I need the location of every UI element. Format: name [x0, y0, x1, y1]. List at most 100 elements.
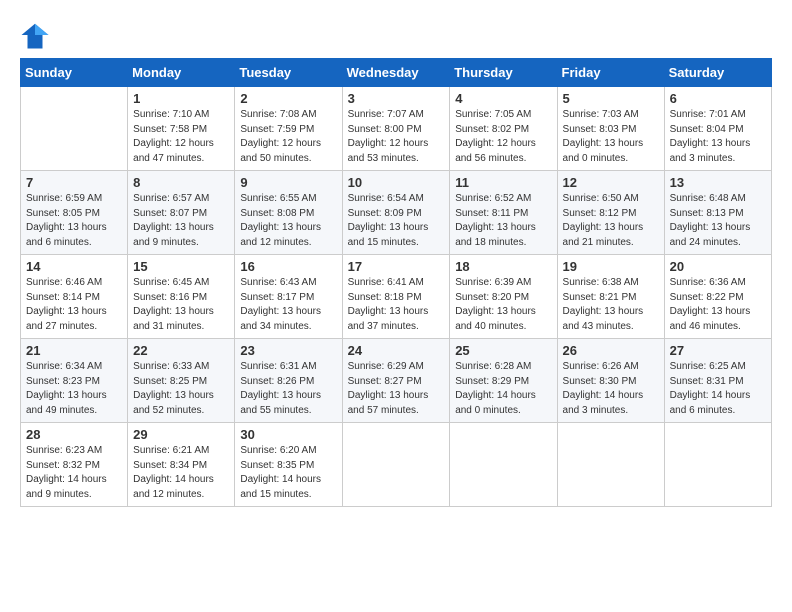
day-number: 8 — [133, 175, 229, 190]
day-info: Sunrise: 6:31 AM Sunset: 8:26 PM Dayligh… — [240, 360, 336, 418]
day-cell: 8 Sunrise: 6:57 AM Sunset: 8:07 PM Daylig… — [128, 171, 235, 255]
day-cell — [664, 423, 771, 507]
logo — [20, 20, 54, 50]
day-cell: 6 Sunrise: 7:01 AM Sunset: 8:04 PM Daylig… — [664, 87, 771, 171]
day-number: 9 — [240, 175, 336, 190]
day-cell: 14 Sunrise: 6:46 AM Sunset: 8:14 PM Dayli… — [21, 255, 128, 339]
day-cell: 11 Sunrise: 6:52 AM Sunset: 8:11 PM Dayli… — [450, 171, 557, 255]
day-number: 3 — [348, 91, 445, 106]
day-number: 25 — [455, 343, 551, 358]
day-number: 10 — [348, 175, 445, 190]
day-number: 23 — [240, 343, 336, 358]
day-info: Sunrise: 6:29 AM Sunset: 8:27 PM Dayligh… — [348, 360, 445, 418]
day-info: Sunrise: 7:03 AM Sunset: 8:03 PM Dayligh… — [563, 108, 659, 166]
header-row: SundayMondayTuesdayWednesdayThursdayFrid… — [21, 59, 772, 87]
day-info: Sunrise: 6:48 AM Sunset: 8:13 PM Dayligh… — [670, 192, 766, 250]
day-info: Sunrise: 6:59 AM Sunset: 8:05 PM Dayligh… — [26, 192, 122, 250]
day-cell: 4Sunrise: 7:05 AM Sunset: 8:02 PM Daylig… — [450, 87, 557, 171]
day-info: Sunrise: 6:34 AM Sunset: 8:23 PM Dayligh… — [26, 360, 122, 418]
day-cell: 28 Sunrise: 6:23 AM Sunset: 8:32 PM Dayli… — [21, 423, 128, 507]
week-row-1: 1 Sunrise: 7:10 AM Sunset: 7:58 PM Daylig… — [21, 87, 772, 171]
day-cell: 5 Sunrise: 7:03 AM Sunset: 8:03 PM Daylig… — [557, 87, 664, 171]
col-header-wednesday: Wednesday — [342, 59, 450, 87]
day-number: 20 — [670, 259, 766, 274]
day-number: 12 — [563, 175, 659, 190]
day-cell: 30 Sunrise: 6:20 AM Sunset: 8:35 PM Dayli… — [235, 423, 342, 507]
day-info: Sunrise: 6:39 AM Sunset: 8:20 PM Dayligh… — [455, 276, 551, 334]
day-number: 2 — [240, 91, 336, 106]
day-info: Sunrise: 6:21 AM Sunset: 8:34 PM Dayligh… — [133, 444, 229, 502]
day-info: Sunrise: 6:25 AM Sunset: 8:31 PM Dayligh… — [670, 360, 766, 418]
day-number: 30 — [240, 427, 336, 442]
day-number: 28 — [26, 427, 122, 442]
day-cell: 25 Sunrise: 6:28 AM Sunset: 8:29 PM Dayli… — [450, 339, 557, 423]
day-number: 18 — [455, 259, 551, 274]
day-number: 26 — [563, 343, 659, 358]
day-info: Sunrise: 6:46 AM Sunset: 8:14 PM Dayligh… — [26, 276, 122, 334]
day-info: Sunrise: 7:10 AM Sunset: 7:58 PM Dayligh… — [133, 108, 229, 166]
day-info: Sunrise: 6:23 AM Sunset: 8:32 PM Dayligh… — [26, 444, 122, 502]
col-header-friday: Friday — [557, 59, 664, 87]
day-info: Sunrise: 6:38 AM Sunset: 8:21 PM Dayligh… — [563, 276, 659, 334]
day-number: 22 — [133, 343, 229, 358]
day-number: 27 — [670, 343, 766, 358]
day-info: Sunrise: 6:52 AM Sunset: 8:11 PM Dayligh… — [455, 192, 551, 250]
day-cell: 19 Sunrise: 6:38 AM Sunset: 8:21 PM Dayli… — [557, 255, 664, 339]
logo-icon — [20, 20, 50, 50]
day-cell: 15 Sunrise: 6:45 AM Sunset: 8:16 PM Dayli… — [128, 255, 235, 339]
day-cell: 22 Sunrise: 6:33 AM Sunset: 8:25 PM Dayli… — [128, 339, 235, 423]
calendar: SundayMondayTuesdayWednesdayThursdayFrid… — [20, 58, 772, 507]
day-cell: 16Sunrise: 6:43 AM Sunset: 8:17 PM Dayli… — [235, 255, 342, 339]
day-info: Sunrise: 6:55 AM Sunset: 8:08 PM Dayligh… — [240, 192, 336, 250]
day-info: Sunrise: 7:07 AM Sunset: 8:00 PM Dayligh… — [348, 108, 445, 166]
day-cell: 26Sunrise: 6:26 AM Sunset: 8:30 PM Dayli… — [557, 339, 664, 423]
day-number: 6 — [670, 91, 766, 106]
day-cell: 24 Sunrise: 6:29 AM Sunset: 8:27 PM Dayli… — [342, 339, 450, 423]
week-row-2: 7 Sunrise: 6:59 AM Sunset: 8:05 PM Daylig… — [21, 171, 772, 255]
day-info: Sunrise: 6:41 AM Sunset: 8:18 PM Dayligh… — [348, 276, 445, 334]
day-info: Sunrise: 6:20 AM Sunset: 8:35 PM Dayligh… — [240, 444, 336, 502]
day-info: Sunrise: 6:33 AM Sunset: 8:25 PM Dayligh… — [133, 360, 229, 418]
day-cell: 17 Sunrise: 6:41 AM Sunset: 8:18 PM Dayli… — [342, 255, 450, 339]
day-cell: 20 Sunrise: 6:36 AM Sunset: 8:22 PM Dayli… — [664, 255, 771, 339]
day-number: 5 — [563, 91, 659, 106]
day-info: Sunrise: 6:43 AM Sunset: 8:17 PM Dayligh… — [240, 276, 336, 334]
day-cell: 9 Sunrise: 6:55 AM Sunset: 8:08 PM Daylig… — [235, 171, 342, 255]
day-info: Sunrise: 6:28 AM Sunset: 8:29 PM Dayligh… — [455, 360, 551, 418]
day-number: 14 — [26, 259, 122, 274]
day-cell — [450, 423, 557, 507]
day-number: 24 — [348, 343, 445, 358]
col-header-sunday: Sunday — [21, 59, 128, 87]
col-header-thursday: Thursday — [450, 59, 557, 87]
col-header-saturday: Saturday — [664, 59, 771, 87]
day-cell: 23 Sunrise: 6:31 AM Sunset: 8:26 PM Dayli… — [235, 339, 342, 423]
day-number: 4 — [455, 91, 551, 106]
day-number: 11 — [455, 175, 551, 190]
day-info: Sunrise: 7:08 AM Sunset: 7:59 PM Dayligh… — [240, 108, 336, 166]
day-number: 29 — [133, 427, 229, 442]
day-info: Sunrise: 7:01 AM Sunset: 8:04 PM Dayligh… — [670, 108, 766, 166]
week-row-5: 28 Sunrise: 6:23 AM Sunset: 8:32 PM Dayli… — [21, 423, 772, 507]
day-cell: 18 Sunrise: 6:39 AM Sunset: 8:20 PM Dayli… — [450, 255, 557, 339]
col-header-monday: Monday — [128, 59, 235, 87]
day-cell: 3 Sunrise: 7:07 AM Sunset: 8:00 PM Daylig… — [342, 87, 450, 171]
day-info: Sunrise: 6:57 AM Sunset: 8:07 PM Dayligh… — [133, 192, 229, 250]
day-number: 15 — [133, 259, 229, 274]
day-cell: 1 Sunrise: 7:10 AM Sunset: 7:58 PM Daylig… — [128, 87, 235, 171]
day-cell: 7 Sunrise: 6:59 AM Sunset: 8:05 PM Daylig… — [21, 171, 128, 255]
day-info: Sunrise: 6:45 AM Sunset: 8:16 PM Dayligh… — [133, 276, 229, 334]
day-number: 19 — [563, 259, 659, 274]
day-number: 7 — [26, 175, 122, 190]
col-header-tuesday: Tuesday — [235, 59, 342, 87]
day-cell: 21Sunrise: 6:34 AM Sunset: 8:23 PM Dayli… — [21, 339, 128, 423]
week-row-3: 14 Sunrise: 6:46 AM Sunset: 8:14 PM Dayli… — [21, 255, 772, 339]
day-cell: 13Sunrise: 6:48 AM Sunset: 8:13 PM Dayli… — [664, 171, 771, 255]
day-info: Sunrise: 6:36 AM Sunset: 8:22 PM Dayligh… — [670, 276, 766, 334]
day-cell: 27 Sunrise: 6:25 AM Sunset: 8:31 PM Dayli… — [664, 339, 771, 423]
day-info: Sunrise: 6:50 AM Sunset: 8:12 PM Dayligh… — [563, 192, 659, 250]
day-number: 1 — [133, 91, 229, 106]
day-number: 17 — [348, 259, 445, 274]
day-cell — [21, 87, 128, 171]
day-cell: 29 Sunrise: 6:21 AM Sunset: 8:34 PM Dayli… — [128, 423, 235, 507]
day-cell: 10Sunrise: 6:54 AM Sunset: 8:09 PM Dayli… — [342, 171, 450, 255]
